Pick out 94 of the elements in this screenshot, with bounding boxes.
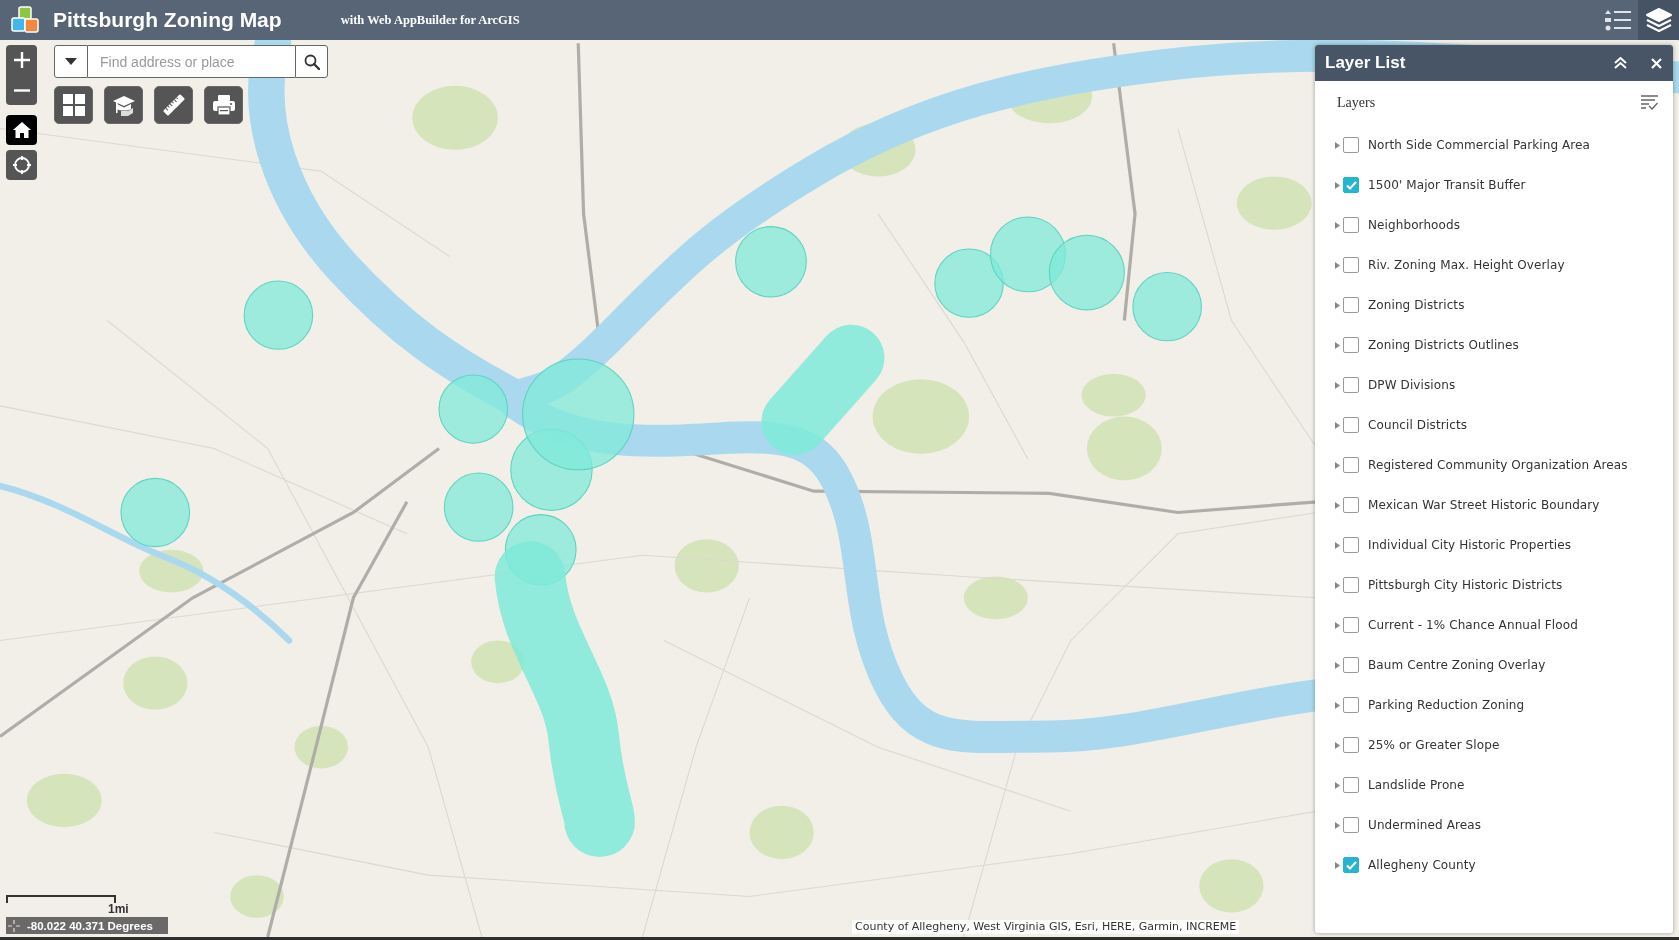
layer-checkbox[interactable] — [1343, 457, 1359, 473]
caret-icon[interactable] — [1335, 581, 1340, 589]
locate-button[interactable] — [6, 150, 37, 180]
layer-checkbox[interactable] — [1343, 177, 1359, 193]
caret-icon[interactable] — [1335, 621, 1340, 629]
caret-icon[interactable] — [1335, 261, 1340, 269]
printer-icon — [212, 94, 235, 116]
grid-icon — [62, 94, 85, 116]
layer-name: 1500' Major Transit Buffer — [1368, 178, 1526, 192]
layers-icon — [1645, 8, 1672, 32]
collapse-icon[interactable] — [1614, 57, 1627, 69]
layer-checkbox[interactable] — [1343, 737, 1359, 753]
layer-name: Undermined Areas — [1368, 818, 1482, 832]
check-icon — [1345, 180, 1357, 190]
app-title: Pittsburgh Zoning Map — [53, 8, 282, 32]
home-icon — [12, 121, 31, 139]
layer-name: Landslide Prone — [1368, 778, 1465, 792]
layer-name: Baum Centre Zoning Overlay — [1368, 658, 1546, 672]
layers-button[interactable] — [1638, 0, 1679, 40]
caret-icon[interactable] — [1335, 821, 1340, 829]
caret-icon[interactable] — [1335, 181, 1340, 189]
layer-name: Zoning Districts — [1368, 298, 1465, 312]
logo-icon — [11, 6, 39, 34]
caret-icon[interactable] — [1335, 421, 1340, 429]
plus-icon — [12, 51, 31, 69]
layer-name: DPW Divisions — [1368, 378, 1456, 392]
layer-checkbox[interactable] — [1343, 417, 1359, 433]
layer-checkbox[interactable] — [1343, 617, 1359, 633]
crosshair-icon[interactable] — [8, 919, 20, 932]
layer-name: North Side Commercial Parking Area — [1368, 138, 1591, 152]
graduation-cap-icon — [112, 94, 135, 116]
layer-name: Mexican War Street Historic Boundary — [1368, 498, 1600, 512]
education-button[interactable] — [104, 86, 143, 124]
layer-checkbox[interactable] — [1343, 137, 1359, 153]
layer-checkbox[interactable] — [1343, 297, 1359, 313]
layer-name: Council Districts — [1368, 418, 1468, 432]
zoom-out-button[interactable] — [6, 75, 37, 105]
layer-checkbox[interactable] — [1343, 257, 1359, 273]
layer-name: Zoning Districts Outlines — [1368, 338, 1519, 352]
layer-name: Riv. Zoning Max. Height Overlay — [1368, 258, 1565, 272]
caret-icon[interactable] — [1335, 741, 1340, 749]
measure-button[interactable] — [154, 86, 193, 124]
caret-icon[interactable] — [1335, 221, 1340, 229]
caret-icon — [65, 58, 77, 65]
caret-icon[interactable] — [1335, 341, 1340, 349]
caret-icon[interactable] — [1335, 501, 1340, 509]
layer-name: Pittsburgh City Historic Districts — [1368, 578, 1563, 592]
layer-checkbox[interactable] — [1343, 537, 1359, 553]
list-icon — [1604, 8, 1631, 32]
layer-name: 25% or Greater Slope — [1368, 738, 1500, 752]
caret-icon[interactable] — [1335, 301, 1340, 309]
caret-icon[interactable] — [1335, 661, 1340, 669]
app-subtitle: with Web AppBuilder for ArcGIS — [340, 12, 520, 28]
layer-checkbox[interactable] — [1343, 217, 1359, 233]
section-label: Layers — [1337, 95, 1377, 111]
check-icon — [1345, 860, 1357, 870]
layer-checkbox[interactable] — [1343, 377, 1359, 393]
layer-checkbox[interactable] — [1343, 857, 1359, 873]
layer-checkbox[interactable] — [1343, 337, 1359, 353]
coordinates-text: -80.022 40.371 Degrees — [27, 919, 153, 932]
panel-title: Layer List — [1325, 53, 1407, 73]
print-button[interactable] — [204, 86, 243, 124]
basemap-button[interactable] — [54, 86, 93, 124]
crosshair-icon — [12, 156, 31, 174]
layer-checkbox[interactable] — [1343, 657, 1359, 673]
caret-icon[interactable] — [1335, 141, 1340, 149]
caret-icon[interactable] — [1335, 461, 1340, 469]
caret-icon[interactable] — [1335, 541, 1340, 549]
close-icon[interactable] — [1651, 57, 1662, 69]
caret-icon[interactable] — [1335, 381, 1340, 389]
search-icon — [303, 53, 320, 70]
layer-name: Registered Community Organization Areas — [1368, 458, 1628, 472]
layer-name: Current - 1% Chance Annual Flood — [1368, 618, 1578, 632]
filter-icon[interactable] — [1641, 95, 1658, 111]
caret-icon[interactable] — [1335, 701, 1340, 709]
layer-checkbox[interactable] — [1343, 777, 1359, 793]
layer-name: Parking Reduction Zoning — [1368, 698, 1525, 712]
caret-icon[interactable] — [1335, 861, 1340, 869]
search-button[interactable] — [295, 45, 328, 78]
layer-checkbox[interactable] — [1343, 817, 1359, 833]
layer-name: Allegheny County — [1368, 858, 1476, 872]
search-field[interactable]: Find address or place — [88, 45, 295, 78]
layer-name: Neighborhoods — [1368, 218, 1461, 232]
minus-icon — [12, 88, 31, 92]
layer-checkbox[interactable] — [1343, 577, 1359, 593]
zoom-in-button[interactable] — [6, 45, 37, 75]
scale-label: 1mi — [108, 902, 129, 916]
attribution-text: County of Allegheny, West Virginia GIS, Esri, HERE, Garmin, INCREME — [852, 920, 1240, 934]
search-source-dropdown[interactable] — [54, 45, 88, 78]
caret-icon[interactable] — [1335, 781, 1340, 789]
layer-name: Individual City Historic Properties — [1368, 538, 1572, 552]
layer-checkbox[interactable] — [1343, 497, 1359, 513]
home-button[interactable] — [6, 115, 37, 145]
layer-checkbox[interactable] — [1343, 697, 1359, 713]
